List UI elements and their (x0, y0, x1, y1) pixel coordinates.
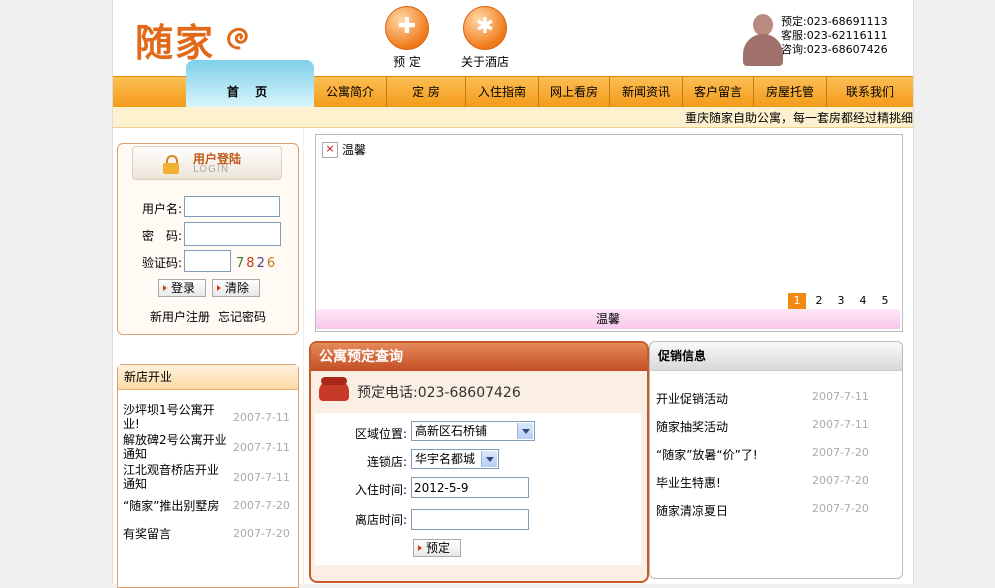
login-panel: 用户登陆 LOGIN 用户名: 密 码: 验证码: 7826 登录 清除 新用户… (117, 143, 299, 335)
clear-button[interactable]: 清除 (212, 279, 260, 297)
chevron-down-icon (481, 451, 497, 467)
pager-page-4[interactable]: 4 (854, 293, 872, 309)
username-label: 用户名: (142, 202, 183, 216)
page-container: 随家 ✚ 预 定 ✱ 关于酒店 预定:023-68691113 客服:023-6… (112, 0, 914, 588)
booking-shortcut-label: 预 定 (393, 55, 421, 69)
area-label: 区域位置: (354, 427, 407, 441)
booking-icon: ✚ (385, 6, 429, 50)
nav-item-intro[interactable]: 公寓简介 (314, 77, 386, 107)
arrow-right-icon (163, 285, 167, 291)
nav-item-online-view[interactable]: 网上看房 (538, 77, 609, 107)
username-input[interactable] (184, 196, 280, 217)
service-phone: 客服:023-62116111 (781, 29, 888, 42)
reserve-button[interactable]: 预定 (413, 539, 461, 557)
promotions-panel: 促销信息 开业促销活动 2007-7-11 随家抽奖活动 2007-7-11 “随家… (649, 341, 903, 579)
pager-page-1[interactable]: 1 (788, 293, 806, 309)
booking-phone: 预定:023-68691113 (781, 15, 888, 28)
checkin-input[interactable] (411, 477, 529, 498)
arrow-right-icon (217, 285, 221, 291)
login-subtitle: LOGIN (193, 164, 230, 175)
lock-icon (163, 155, 179, 174)
banner-caption: 温馨 (316, 309, 900, 329)
list-item[interactable]: 随家抽奖活动 2007-7-11 (656, 418, 896, 435)
captcha-input[interactable] (184, 250, 231, 272)
chain-store-label: 连锁店: (366, 455, 407, 469)
ticker-text: 重庆随家自助公寓，每一套房都经过精挑细 (684, 111, 913, 125)
login-header: 用户登陆 LOGIN (132, 146, 282, 180)
booking-shortcut[interactable]: ✚ 预 定 (377, 6, 437, 70)
captcha-digit: 6 (266, 256, 278, 271)
chevron-down-icon (517, 423, 533, 439)
nav-item-home[interactable]: 首 页 (186, 60, 314, 107)
reservation-panel: 公寓预定查询 预定电话:023-68607426 区域位置: 高新区石桥铺 连锁… (309, 341, 649, 583)
captcha-label: 验证码: (142, 256, 183, 270)
inquiry-phone: 咨询:023-68607426 (781, 43, 888, 56)
reservation-form: 区域位置: 高新区石桥铺 连锁店: 华宇名都城 入住时间: 离店时间: 预定 (315, 413, 641, 565)
list-item[interactable]: 随家清凉夏日 2007-7-20 (656, 502, 896, 519)
list-item[interactable]: “随家”放暑“价”了! 2007-7-20 (656, 446, 896, 463)
pager-page-3[interactable]: 3 (832, 293, 850, 309)
nav-item-news[interactable]: 新闻资讯 (609, 77, 682, 107)
list-item[interactable]: 开业促销活动 2007-7-11 (656, 390, 896, 407)
checkout-label: 离店时间: (354, 513, 407, 527)
area-select[interactable]: 高新区石桥铺 (411, 421, 535, 441)
promotions-title: 促销信息 (650, 342, 902, 371)
site-logo[interactable]: 随家 (135, 12, 215, 67)
login-button[interactable]: 登录 (158, 279, 206, 297)
broken-image-icon: × (322, 142, 338, 158)
contact-info: 预定:023-68691113 客服:023-62116111 咨询:023-6… (741, 12, 911, 72)
banner-pager: 1 2 3 4 5 (788, 293, 898, 309)
nav-item-hosting[interactable]: 房屋托管 (753, 77, 826, 107)
new-stores-title: 新店开业 (118, 365, 298, 390)
arrow-right-icon (418, 545, 422, 551)
telephone-icon (319, 377, 349, 403)
news-ticker: 重庆随家自助公寓，每一套房都经过精挑细 (113, 107, 913, 128)
captcha-digit: 2 (256, 256, 267, 271)
checkin-label: 入住时间: (354, 483, 407, 497)
pager-page-5[interactable]: 5 (876, 293, 894, 309)
new-stores-panel: 新店开业 沙坪坝1号公寓开业! 2007-7-11 解放碑2号公寓开业通知 2007… (117, 364, 299, 588)
captcha-digit: 8 (246, 256, 257, 271)
pager-page-2[interactable]: 2 (810, 293, 828, 309)
logo-swirl-icon (227, 27, 248, 50)
checkout-input[interactable] (411, 509, 529, 530)
banner-slideshow[interactable]: × 温馨 1 2 3 4 5 温馨 (315, 134, 903, 332)
forgot-password-link[interactable]: 忘记密码 (218, 308, 266, 325)
reservation-title: 公寓预定查询 (311, 343, 647, 371)
banner-image-alt: 温馨 (342, 143, 367, 157)
list-item[interactable]: 毕业生特惠! 2007-7-20 (656, 474, 896, 491)
nav-item-contact[interactable]: 联系我们 (826, 77, 913, 107)
customer-service-avatar-icon (741, 14, 785, 66)
nav-item-guide[interactable]: 入住指南 (465, 77, 538, 107)
about-hotel-shortcut[interactable]: ✱ 关于酒店 (455, 6, 515, 70)
about-hotel-shortcut-label: 关于酒店 (460, 55, 509, 69)
about-hotel-icon: ✱ (463, 6, 507, 50)
password-input[interactable] (184, 222, 281, 246)
reservation-phone: 预定电话:023-68607426 (357, 385, 521, 401)
nav-item-booking[interactable]: 定 房 (386, 77, 465, 107)
captcha-image: 7826 (236, 256, 277, 271)
captcha-digit: 7 (236, 256, 247, 271)
left-sidebar: 用户登陆 LOGIN 用户名: 密 码: 验证码: 7826 登录 清除 新用户… (113, 128, 304, 588)
chain-store-select[interactable]: 华宇名都城 (411, 449, 499, 469)
nav-item-messages[interactable]: 客户留言 (682, 77, 753, 107)
password-label: 密 码: (142, 229, 183, 243)
register-link[interactable]: 新用户注册 (150, 308, 210, 325)
